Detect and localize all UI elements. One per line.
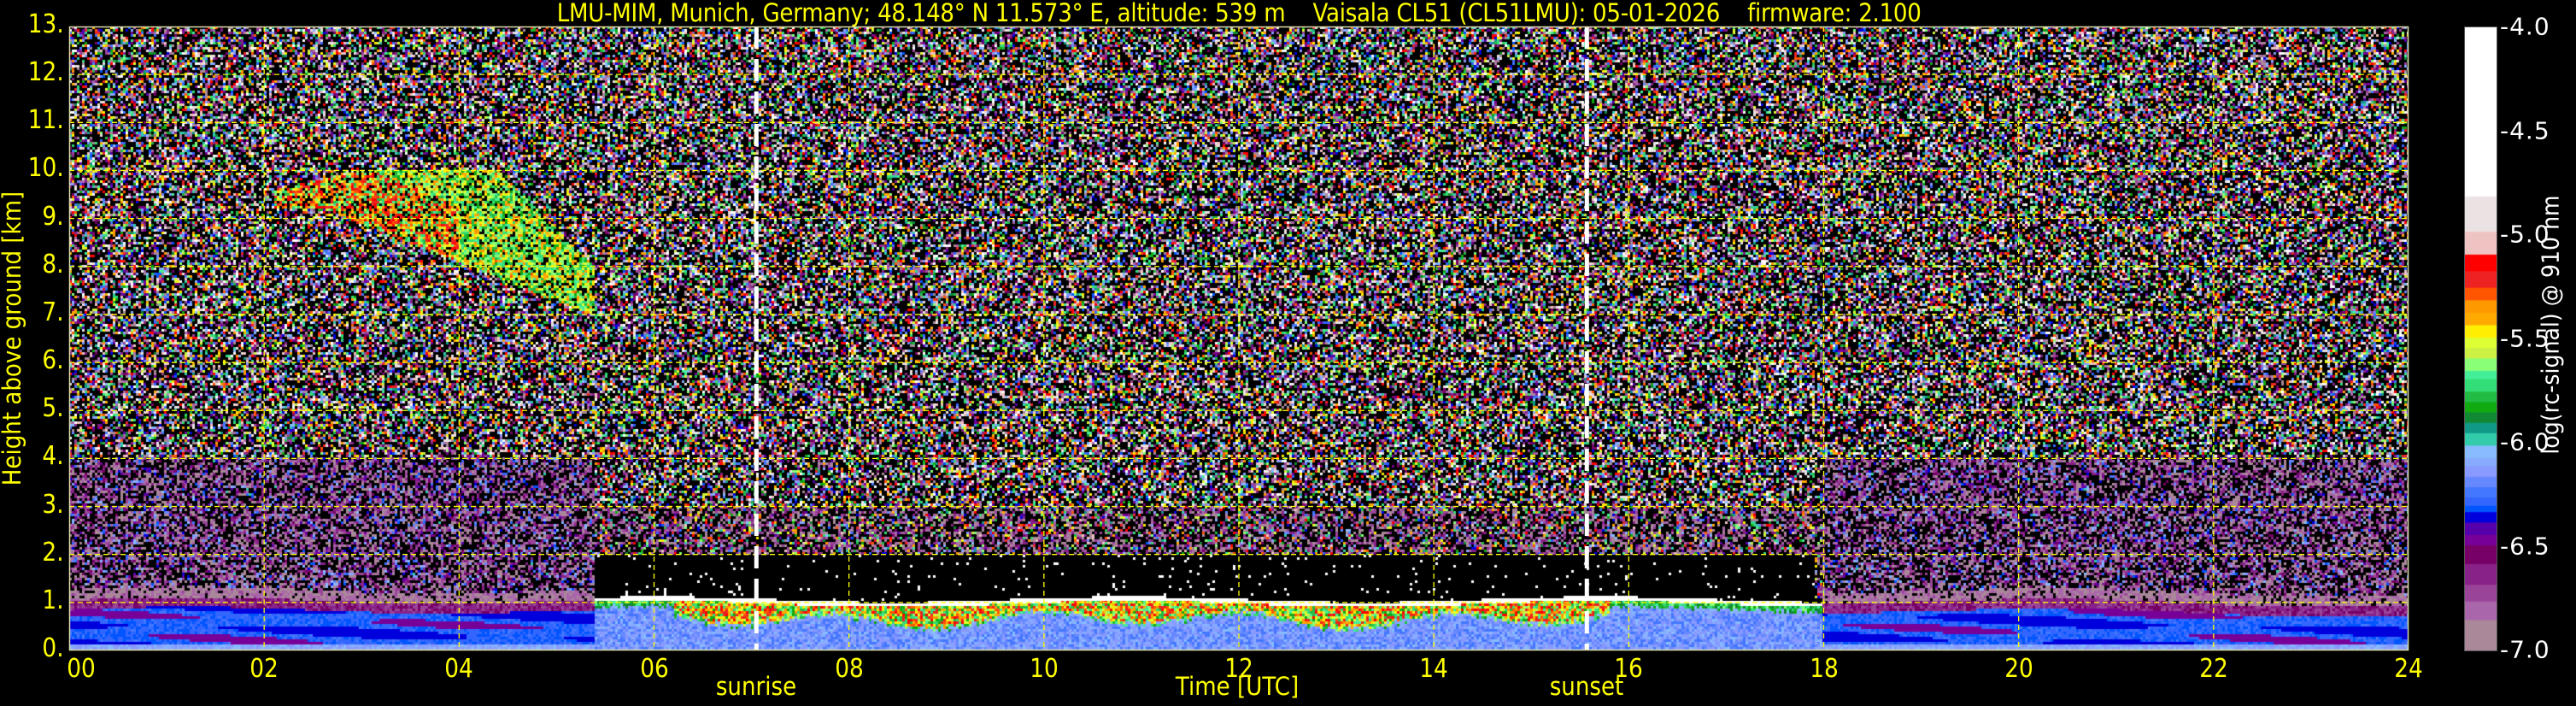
x-tick-label: 06 [639, 654, 669, 684]
y-tick-label: 4. [42, 441, 64, 472]
colorbar [2464, 26, 2497, 651]
y-axis-label: Height above ground [km] [0, 191, 26, 486]
plot-area [68, 26, 2409, 651]
x-tick-label: 10 [1030, 654, 1059, 684]
y-tick-label: 3. [42, 489, 64, 520]
x-tick-label: 04 [444, 654, 474, 684]
x-tick-label: 18 [1809, 654, 1839, 684]
y-tick-label: 9. [42, 201, 64, 232]
x-tick-label: 14 [1419, 654, 1448, 684]
y-tick-label: 0. [42, 633, 64, 663]
y-tick-label: 12. [28, 57, 64, 88]
colorbar-tick-label: -6.5 [2500, 532, 2550, 560]
colorbar-tick-label: -4.5 [2500, 116, 2550, 144]
y-tick-label: 7. [42, 297, 64, 327]
y-tick-label: 5. [42, 393, 64, 424]
x-tick-label: 02 [249, 654, 279, 684]
y-tick-label: 13. [28, 9, 64, 39]
y-tick-label: 1. [42, 585, 64, 615]
x-tick-label: 20 [2004, 654, 2033, 684]
y-tick-label: 11. [28, 105, 64, 136]
sunrise-label: sunrise [716, 672, 797, 701]
sunset-label: sunset [1549, 672, 1624, 701]
x-tick-label: 08 [834, 654, 864, 684]
colorbar-label: log(rc-signal) @ 910 nm [2536, 195, 2565, 455]
x-tick-label: 24 [2394, 654, 2423, 684]
x-tick-label: 22 [2199, 654, 2228, 684]
y-tick-label: 6. [42, 345, 64, 376]
colorbar-tick-label: -7.0 [2500, 635, 2550, 664]
y-tick-label: 10. [28, 153, 64, 184]
x-axis-label: Time [UTC] [1175, 672, 1300, 701]
y-tick-label: 8. [42, 249, 64, 279]
colorbar-tick-label: -4.0 [2500, 12, 2550, 41]
y-tick-label: 2. [42, 537, 64, 568]
chart-title: LMU-MIM, Munich, Germany; 48.148° N 11.5… [556, 0, 1922, 27]
x-tick-label: 00 [67, 654, 96, 684]
plot-overlay [68, 26, 2409, 651]
